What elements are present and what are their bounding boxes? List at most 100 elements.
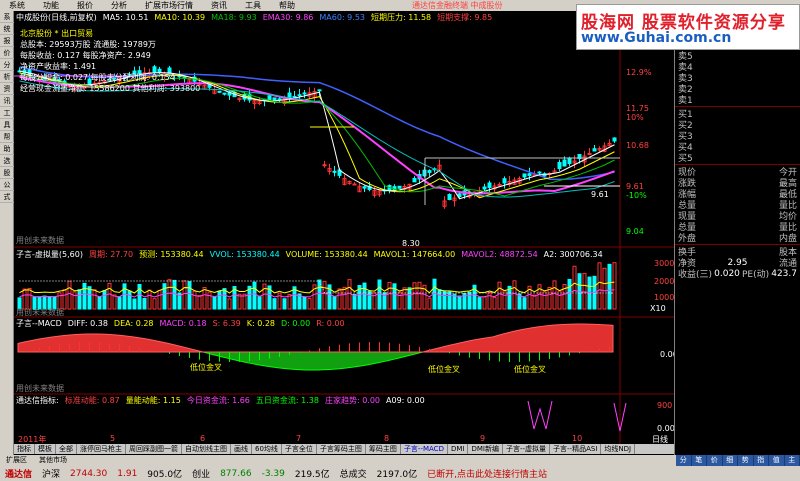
side-button[interactable]: 统 xyxy=(0,23,14,35)
volume-bar xyxy=(447,291,452,310)
indicator-tab[interactable]: 筹码主图 xyxy=(366,444,401,454)
view-button[interactable]: 势 xyxy=(738,455,754,466)
side-button[interactable]: 选 xyxy=(0,155,14,167)
price-axis-label: -10% xyxy=(626,191,647,200)
status-gem-label: 创业 xyxy=(192,470,211,480)
view-button[interactable]: 指 xyxy=(754,455,769,466)
indicator-tab[interactable]: DMI新编 xyxy=(468,444,503,454)
indicator-tab-bar: 指标 模板 全部 涨停回马枪主 周回踩副图一箭 自动划线主图 画线 60均线 子… xyxy=(14,444,674,454)
indicator-tab[interactable]: 均线NDJ xyxy=(601,444,636,454)
main-chart-title: 中成股份(日线,前复权) xyxy=(16,13,97,22)
volume-bar xyxy=(532,294,537,310)
volume-bar xyxy=(142,297,147,310)
volume-bar xyxy=(467,291,472,310)
volume-bar xyxy=(72,291,77,310)
volume-bar xyxy=(252,281,257,310)
volume-bar xyxy=(167,279,172,310)
volume-bar xyxy=(497,281,502,310)
volume-panel-title: 子言-虚拟量(5,60) xyxy=(16,250,83,259)
side-button[interactable]: 资 xyxy=(0,83,14,95)
connection-status[interactable]: 已断开,点击此处连接行情主站 xyxy=(422,467,552,480)
chart-area[interactable]: 中成股份(日线,前复权) MA5: 10.51 MA10: 10.39 MA18… xyxy=(14,11,679,445)
volume-bar xyxy=(202,287,207,310)
indicator-tab[interactable]: 子言全位 xyxy=(282,444,317,454)
side-button[interactable]: 讯 xyxy=(0,95,14,107)
view-button[interactable]: 主 xyxy=(785,455,800,466)
golden-cross-label: 低位金叉 xyxy=(428,365,460,374)
info-line: 北京股份 * 出口贸易 xyxy=(20,29,94,38)
menu-analysis[interactable]: 分析 xyxy=(102,0,136,11)
volume-bar xyxy=(147,289,152,310)
view-button[interactable]: 细 xyxy=(723,455,738,466)
menu-function[interactable]: 功能 xyxy=(34,0,68,11)
indicator-tab[interactable]: DMI xyxy=(448,444,469,454)
volume-bar xyxy=(77,289,82,310)
side-button[interactable]: 帮 xyxy=(0,131,14,143)
volume-cycle: 周期: 27.70 xyxy=(88,250,134,259)
side-button[interactable]: 价 xyxy=(0,47,14,59)
indicator-tab[interactable]: 指标 xyxy=(14,444,35,454)
menu-news[interactable]: 资讯 xyxy=(202,0,236,11)
indicator-tab[interactable]: 子言筹码主图 xyxy=(317,444,366,454)
indicator-tab[interactable]: 模板 xyxy=(35,444,56,454)
side-button[interactable]: 报 xyxy=(0,35,14,47)
indicator-tab[interactable]: 全部 xyxy=(56,444,77,454)
date-label: 10 xyxy=(572,434,583,443)
side-button[interactable]: 工 xyxy=(0,107,14,119)
side-button[interactable]: 式 xyxy=(0,191,14,203)
side-button[interactable]: 具 xyxy=(0,119,14,131)
date-axis: 2011年 5 6 7 8 9 10 日线 xyxy=(14,434,674,444)
side-button[interactable]: 助 xyxy=(0,143,14,155)
status-gem-change: -3.39 xyxy=(261,468,285,479)
side-button[interactable]: 股 xyxy=(0,167,14,179)
indicator-tab[interactable]: 子言--虚拟量 xyxy=(503,444,551,454)
date-label: 7 xyxy=(296,434,302,443)
side-button[interactable]: 析 xyxy=(0,71,14,83)
ask-row: 卖3 xyxy=(675,72,800,84)
volume-bar xyxy=(607,263,612,310)
indicator-tab[interactable]: 自动划线主图 xyxy=(182,444,231,454)
ask-row: 卖1 xyxy=(675,94,800,106)
indicator-tab[interactable]: 周回踩副图一箭 xyxy=(126,444,182,454)
volume-bar xyxy=(367,290,372,310)
side-button[interactable]: 系 xyxy=(0,11,14,23)
market-tab[interactable]: 扩展区 xyxy=(0,455,33,466)
view-button[interactable]: 价 xyxy=(707,455,723,466)
volume-bar xyxy=(132,298,137,310)
macd-panel-title: 子言--MACD xyxy=(16,319,62,328)
candle-body xyxy=(562,159,567,167)
indicator-tab-active[interactable]: 子言--MACD xyxy=(401,444,448,454)
side-button[interactable]: 公 xyxy=(0,179,14,191)
market-tab[interactable]: 其他市场 xyxy=(33,455,73,466)
view-button[interactable]: 值 xyxy=(769,455,785,466)
info-line: 每股收益: 0.127 每股净资产: 2.949 xyxy=(20,51,151,60)
candle-body xyxy=(482,186,487,190)
left-toolbar: 系 统 报 价 分 析 资 讯 工 具 帮 助 选 股 公 式 xyxy=(0,11,14,455)
signal-value: 标准动能: 0.87 xyxy=(64,396,120,405)
indicator-tab[interactable]: 子言--精品ASI xyxy=(550,444,602,454)
volume-bar xyxy=(227,298,232,310)
candle-body xyxy=(352,183,357,186)
signal-panel-header: 通达信指标: 标准动能: 0.87 量能动能: 1.15 今日资金流: 1.66… xyxy=(14,395,674,406)
menu-system[interactable]: 系统 xyxy=(0,0,34,11)
indicator-tab[interactable]: 60均线 xyxy=(252,444,282,454)
volume-bar xyxy=(102,290,107,310)
ask-row: 卖4 xyxy=(675,61,800,73)
volume-bar xyxy=(417,281,422,310)
indicator-tab[interactable]: 涨停回马枪主 xyxy=(77,444,126,454)
side-button[interactable]: 分 xyxy=(0,59,14,71)
view-button[interactable]: 笔 xyxy=(692,455,707,466)
volume-bar xyxy=(597,262,602,310)
status-total-amount: 2197.0亿 xyxy=(376,470,418,480)
menu-tools[interactable]: 工具 xyxy=(236,0,270,11)
menu-help[interactable]: 帮助 xyxy=(270,0,304,11)
menu-quote[interactable]: 报价 xyxy=(68,0,102,11)
view-button[interactable]: 分 xyxy=(676,455,692,466)
status-brand: 通达信 xyxy=(5,470,33,480)
menu-ext-market[interactable]: 扩展市场行情 xyxy=(136,0,202,11)
macd-dea: DEA: 0.28 xyxy=(113,319,154,328)
macd-diff: DIFF: 0.38 xyxy=(67,319,108,328)
indicator-tab[interactable]: 画线 xyxy=(231,444,252,454)
volume-bar xyxy=(412,282,417,310)
volume-bar xyxy=(262,283,267,310)
